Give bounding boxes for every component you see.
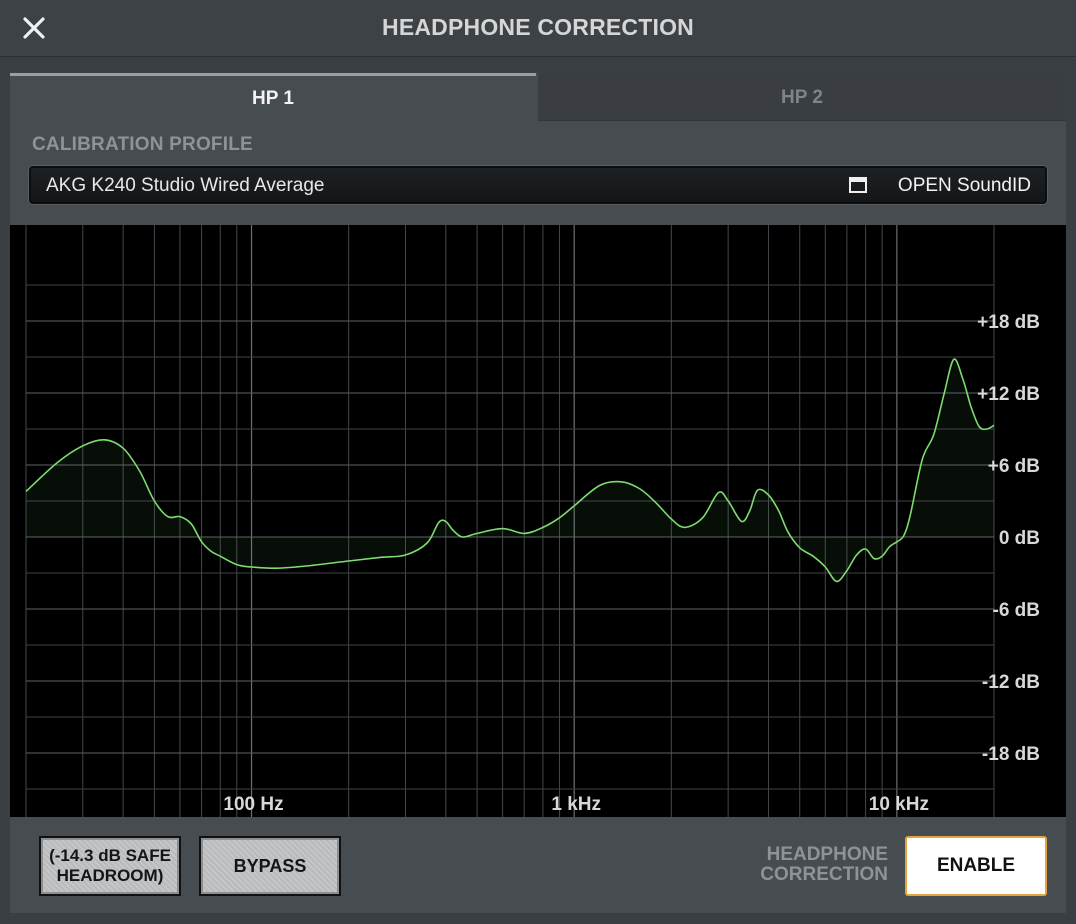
open-soundid-button[interactable]: OPEN SoundID xyxy=(898,175,1031,197)
enable-button[interactable]: ENABLE xyxy=(905,836,1047,896)
title-bar: HEADPHONE CORRECTION xyxy=(0,0,1076,57)
bypass-button[interactable]: BYPASS xyxy=(199,836,341,896)
y-tick-label: +6 dB xyxy=(988,456,1040,477)
x-tick-label: 10 kHz xyxy=(869,794,929,815)
headphone-correction-label: HEADPHONE CORRECTION xyxy=(760,844,888,885)
y-tick-label: +12 dB xyxy=(977,384,1040,405)
y-tick-label: -18 dB xyxy=(982,744,1040,765)
frequency-response-chart: +18 dB +12 dB +6 dB 0 dB -6 dB -12 dB -18 dB 10… xyxy=(25,225,1041,817)
tab-hp2[interactable]: HP 2 xyxy=(538,73,1066,121)
window-icon xyxy=(849,177,867,193)
calibration-profile-select[interactable]: AKG K240 Studio Wired Average OPEN Sound… xyxy=(29,166,1047,204)
y-tick-label: -6 dB xyxy=(993,600,1041,621)
tab-hp1[interactable]: HP 1 xyxy=(10,73,536,121)
calibration-profile-label: CALIBRATION PROFILE xyxy=(32,134,253,155)
y-tick-label: -12 dB xyxy=(982,672,1040,693)
safe-headroom-button[interactable]: (-14.3 dB SAFE HEADROOM) xyxy=(39,836,181,896)
response-fill xyxy=(26,359,994,582)
frequency-response-graph: +18 dB +12 dB +6 dB 0 dB -6 dB -12 dB -18 dB 10… xyxy=(10,225,1066,817)
window-title: HEADPHONE CORRECTION xyxy=(382,14,694,40)
profile-value: AKG K240 Studio Wired Average xyxy=(46,175,325,196)
y-tick-label: 0 dB xyxy=(999,528,1040,549)
x-tick-label: 1 kHz xyxy=(551,794,601,815)
x-tick-label: 100 Hz xyxy=(223,794,283,815)
headphone-panel: HP 1 HP 2 CALIBRATION PROFILE AKG K240 S… xyxy=(10,73,1066,913)
y-tick-label: +18 dB xyxy=(977,312,1040,333)
